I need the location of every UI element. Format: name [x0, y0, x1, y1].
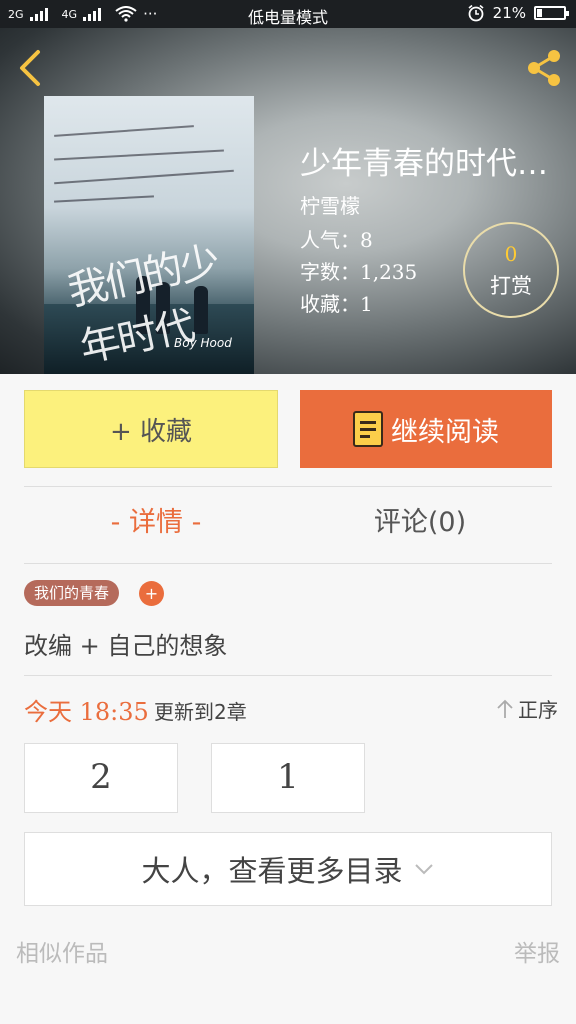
word-count-label: 字数： [300, 260, 360, 284]
share-icon [528, 50, 560, 86]
reward-count: 0 [504, 242, 518, 266]
status-bar: 2G 4G ··· 低电量模式 21% [0, 0, 576, 28]
word-count-value: 1,235 [360, 260, 418, 284]
divider [24, 563, 552, 564]
chapter-item[interactable]: 1 [211, 743, 365, 813]
popularity-value: 8 [360, 228, 373, 252]
battery-icon [534, 6, 569, 20]
add-tag-button[interactable]: + [139, 581, 164, 606]
sort-order-button[interactable]: 正序 [496, 694, 558, 723]
book-description: 改编 + 自己的想象 [24, 632, 228, 660]
divider [24, 675, 552, 676]
reward-label: 打赏 [490, 274, 532, 298]
chapter-item[interactable]: 2 [24, 743, 178, 813]
book-cover[interactable]: 我们的少年时代 Boy Hood [44, 96, 254, 374]
chevron-left-icon [20, 50, 40, 86]
cover-subtitle-art: Boy Hood [174, 336, 232, 350]
similar-works-heading: 相似作品 [16, 941, 108, 967]
continue-reading-label: 继续阅读 [391, 416, 499, 448]
update-status: 更新到2章 [154, 700, 247, 724]
popularity-row: 人气：8 [300, 224, 373, 253]
reward-button[interactable]: 0 打赏 [463, 222, 559, 318]
cover-handwriting [54, 169, 234, 185]
cover-handwriting [54, 149, 224, 161]
more-catalog-label: 大人，查看更多目录 [141, 854, 403, 888]
word-count-row: 字数：1,235 [300, 256, 417, 285]
add-favorite-button[interactable]: + 收藏 [24, 390, 278, 468]
favorites-label: 收藏： [300, 292, 360, 316]
cover-handwriting [54, 125, 194, 137]
favorites-row: 收藏：1 [300, 288, 373, 317]
tag-chip[interactable]: 我们的青春 [24, 580, 120, 606]
status-right: 21% [467, 4, 569, 22]
popularity-label: 人气： [300, 228, 360, 252]
chevron-down-icon [414, 864, 433, 875]
book-header: 我们的少年时代 Boy Hood 少年青春的时代… 柠雪檬 人气：8 字数：1,… [0, 28, 576, 374]
favorites-value: 1 [360, 292, 373, 316]
tab-detail[interactable]: - 详情 - [24, 500, 288, 548]
share-button[interactable] [522, 46, 566, 90]
book-icon [353, 411, 383, 447]
tab-comments[interactable]: 评论(0) [288, 500, 552, 548]
update-time: 今天 18:35 [24, 698, 149, 726]
continue-reading-button[interactable]: 继续阅读 [300, 390, 552, 468]
cover-handwriting [54, 195, 154, 203]
back-button[interactable] [12, 46, 52, 90]
divider [24, 486, 552, 487]
arrow-up-icon [497, 699, 513, 718]
book-author: 柠雪檬 [300, 194, 360, 218]
report-button[interactable]: 举报 [514, 934, 560, 968]
alarm-icon [468, 4, 484, 22]
sort-order-label: 正序 [518, 698, 558, 722]
battery-percent: 21% [492, 4, 526, 22]
more-catalog-button[interactable]: 大人，查看更多目录 [24, 832, 552, 906]
book-title: 少年青春的时代… [300, 146, 548, 182]
battery-fill [537, 9, 543, 17]
